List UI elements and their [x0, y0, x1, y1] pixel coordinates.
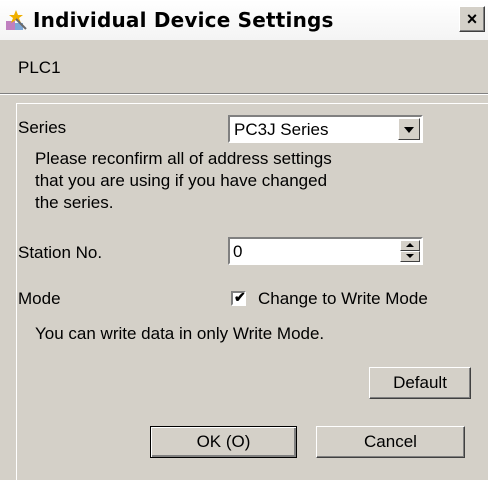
spin-up-button[interactable]	[400, 240, 420, 251]
series-note: Please reconfirm all of address settings…	[35, 148, 332, 214]
individual-device-settings-dialog: Individual Device Settings × PLC1 Series…	[0, 0, 488, 481]
cancel-button[interactable]: Cancel	[316, 426, 465, 458]
close-button[interactable]: ×	[459, 6, 485, 32]
write-mode-checkbox-label[interactable]: Change to Write Mode	[258, 289, 428, 309]
settings-wand-icon	[6, 10, 27, 30]
write-mode-checkbox[interactable]: ✔	[231, 289, 246, 306]
series-note-line-1: Please reconfirm all of address settings	[35, 149, 332, 168]
station-no-spinbox[interactable]: 0	[228, 237, 423, 265]
station-no-label: Station No.	[18, 243, 103, 262]
separator	[0, 93, 488, 95]
series-note-line-3: the series.	[35, 193, 114, 212]
default-button[interactable]: Default	[369, 367, 471, 399]
series-note-line-2: that you are using if you have changed	[35, 171, 328, 190]
window-title: Individual Device Settings	[33, 8, 334, 32]
spin-down-button[interactable]	[400, 251, 420, 262]
series-selected-value: PC3J Series	[234, 120, 329, 139]
title-bar[interactable]: Individual Device Settings ×	[0, 0, 488, 40]
dropdown-button[interactable]	[398, 118, 420, 140]
write-mode-note: You can write data in only Write Mode.	[35, 324, 325, 343]
ok-button[interactable]: OK (O)	[150, 426, 297, 458]
chevron-down-icon	[404, 127, 414, 133]
close-icon: ×	[466, 9, 478, 29]
series-dropdown[interactable]: PC3J Series	[228, 115, 423, 143]
station-no-value[interactable]: 0	[233, 242, 242, 262]
mode-label: Mode	[18, 289, 61, 308]
device-name: PLC1	[18, 58, 61, 77]
spin-up-icon	[406, 243, 414, 247]
series-label: Series	[18, 118, 67, 137]
checkmark-icon: ✔	[234, 289, 246, 305]
spin-down-icon	[406, 254, 414, 258]
